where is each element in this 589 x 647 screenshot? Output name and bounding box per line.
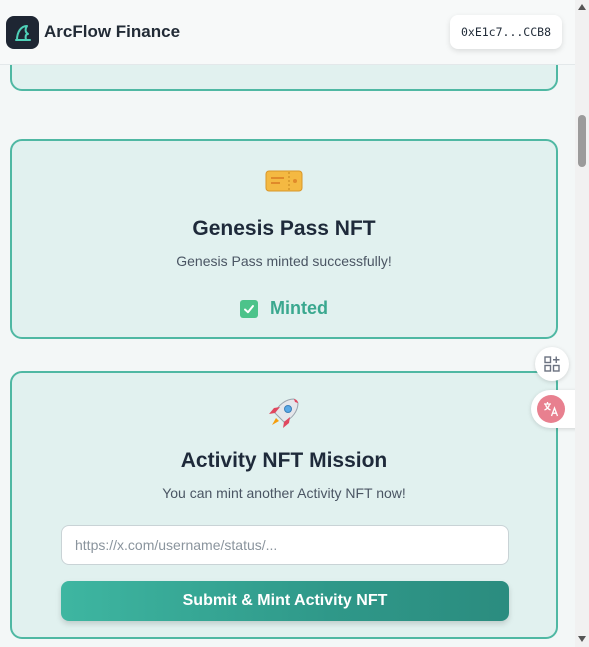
top-header: ArcFlow Finance 0xE1c7...CCB8 [0,0,575,65]
activity-title: Activity NFT Mission [180,449,388,472]
brand-name: ArcFlow Finance [44,22,181,41]
submit-mint-button[interactable]: Submit & Mint Activity NFT [61,581,509,621]
vertical-scrollbar[interactable] [575,0,589,647]
wallet-address-button[interactable]: 0xE1c7...CCB8 [450,15,562,49]
activity-mission-card: Activity NFT Mission You can mint anothe… [10,371,558,639]
minted-label: Minted [270,298,328,318]
checkmark-icon [240,299,258,318]
scroll-up-icon[interactable] [578,4,586,10]
page-content: Genesis Pass NFT Genesis Pass minted suc… [0,0,575,647]
translate-button[interactable] [531,390,579,428]
rocket-icon [12,393,556,433]
apps-add-icon[interactable] [535,347,569,381]
genesis-title: Genesis Pass NFT [192,217,376,240]
translate-icon [537,395,565,423]
scroll-thumb[interactable] [578,115,586,167]
scroll-down-icon[interactable] [578,636,586,642]
ticket-icon [12,169,556,193]
arcflow-logo-icon[interactable] [6,16,39,49]
genesis-subtitle: Genesis Pass minted successfully! [176,253,392,269]
activity-subtitle: You can mint another Activity NFT now! [162,485,406,501]
tweet-url-input[interactable] [61,525,509,565]
minted-status: Minted [12,298,556,319]
genesis-pass-card: Genesis Pass NFT Genesis Pass minted suc… [10,139,558,339]
